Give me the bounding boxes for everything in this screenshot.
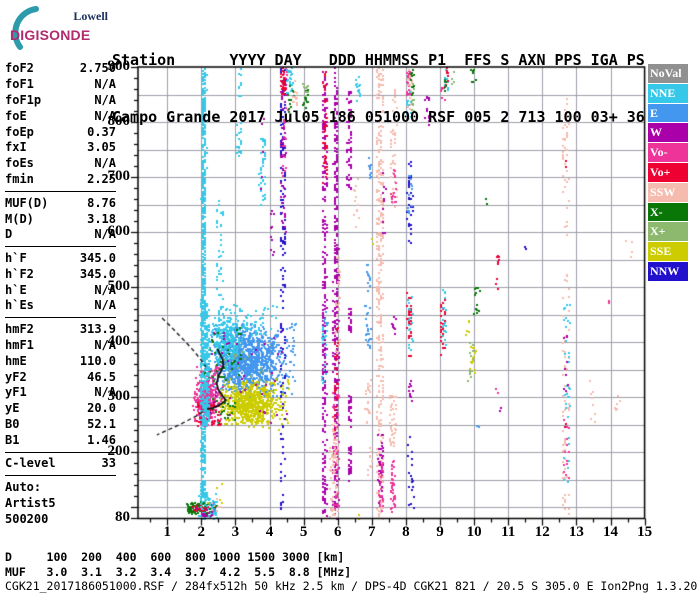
muf-values-row: MUF 3.0 3.1 3.2 3.4 3.7 4.2 5.5 8.8 [MHz… [5,564,352,579]
param-row: foF1p N/A [5,93,116,109]
y-axis-tick-label: 300 [107,388,131,405]
y-axis-tick-label: 600 [107,223,131,240]
legend-item-w: W [648,123,688,144]
param-label: fxI [5,140,27,155]
x-axis-tick-label: 10 [466,524,482,540]
legend-item-noval: NoVal [648,64,688,84]
param-value: 52.1 [87,417,116,432]
param-label: B0 [5,417,20,432]
param-value: N/A [94,92,116,107]
param-value: 46.5 [87,369,116,384]
y-axis-tick-label: 200 [107,443,131,460]
param-label: h`E [5,282,27,297]
param-value: 8.76 [87,195,116,210]
param-label: foE [5,108,27,123]
param-label: yF1 [5,385,27,400]
param-label: yE [5,401,20,416]
param-label: hmE [5,353,27,368]
param-divider [5,317,116,319]
param-label: foEp [5,124,34,139]
x-axis-tick-label: 5 [299,524,308,540]
legend-item-x: X+ [648,222,688,243]
x-axis-tick-label: 15 [637,524,653,540]
legend-item-sse: SSE [648,242,688,262]
x-axis-tick-label: 7 [368,524,376,540]
autoscaler-info: Auto: [5,479,42,494]
x-axis-tick-label: 11 [501,524,516,540]
x-axis-tick-label: 12 [534,524,550,540]
param-row: h`F 345.0 [5,251,116,267]
param-row: yF2 46.5 [5,370,116,386]
param-label: fmin [5,172,34,187]
param-value: 3.05 [87,140,116,155]
param-row: fxI 3.05 [5,140,116,156]
muf-distance-row: D 100 200 400 600 800 1000 1500 3000 [km… [5,550,345,564]
x-axis-tick-label: 9 [436,524,444,540]
logo-text-digisonde: DIGISONDE [10,27,91,43]
param-divider [5,191,116,193]
y-axis-tick-label: 80 [115,509,130,526]
color-legend: NoVal NNE E W Vo- Vo+ SSW X- X+ SSE NNW [648,64,688,282]
param-row: foF1 N/A [5,77,116,93]
param-label: foF1 [5,76,34,91]
legend-item-e: E [648,103,688,124]
x-axis-tick-label: 13 [568,524,584,540]
param-label: h`F2 [5,266,34,281]
header-column-titles: Station YYYY DAY DDD HHMMSS P1 FFS S AXN… [112,51,645,69]
param-label: foF1p [5,92,42,107]
legend-item-x: X- [648,202,688,223]
y-axis-tick-label: 500 [107,278,131,295]
param-row: hmE 110.0 [5,354,116,370]
legend-item-nne: NNE [648,83,688,104]
param-label: hmF1 [5,337,34,352]
header-bar: Station YYYY DAY DDD HHMMSS P1 FFS S AXN… [112,13,645,165]
x-axis-tick-label: 4 [265,524,274,540]
param-label: B1 [5,433,20,448]
ionogram-screen: Lowell DIGISONDE Station YYYY DAY DDD HH… [0,0,700,600]
file-info-row: CGK21_2017186051000.RSF / 284fx512h 50 k… [5,579,698,593]
param-value: N/A [94,76,116,91]
param-value: 110.0 [79,353,116,368]
y-axis-tick-label: 400 [107,333,131,350]
x-axis-tick-label: 8 [402,524,410,540]
param-label: h`F [5,250,27,265]
param-value: N/A [94,298,116,313]
x-axis-tick-label: 3 [231,524,240,540]
legend-item-ssw: SSW [648,182,688,203]
y-axis-tick-label: 800 [107,113,131,130]
param-label: foEs [5,156,34,171]
lowell-digisonde-logo: Lowell DIGISONDE [8,5,112,51]
legend-item-vo: Vo+ [648,162,688,183]
param-divider [5,475,116,477]
param-label: hmF2 [5,321,34,336]
param-label: D [5,227,13,242]
legend-item-nnw: NNW [648,261,688,282]
param-row: B0 52.1 [5,417,116,433]
y-axis-tick-label: 700 [107,168,131,185]
param-label: MUF(D) [5,195,49,210]
x-axis-tick-label: 14 [603,524,618,540]
y-axis-tick-label: 900 [107,58,131,74]
param-label: M(D) [5,211,34,226]
param-label: yF2 [5,369,27,384]
param-label: h`Es [5,298,34,313]
param-divider [5,246,116,248]
x-axis-tick-label: 6 [333,524,342,540]
logo-text-lowell: Lowell [73,9,108,23]
param-label: C-level [5,456,56,471]
footer-info: D 100 200 400 600 800 1000 1500 3000 [km… [5,550,697,594]
param-value: 345.0 [79,250,116,265]
legend-item-vo: Vo- [648,143,688,163]
header-station-values: Campo Grande 2017 Jul05 186 051000 RSF 0… [112,108,645,126]
param-label: foF2 [5,61,34,75]
x-axis-tick-label: 1 [163,524,171,540]
x-axis-tick-label: 2 [197,524,206,540]
param-row: MUF(D) 8.76 [5,196,116,212]
param-row: h`Es N/A [5,298,116,314]
